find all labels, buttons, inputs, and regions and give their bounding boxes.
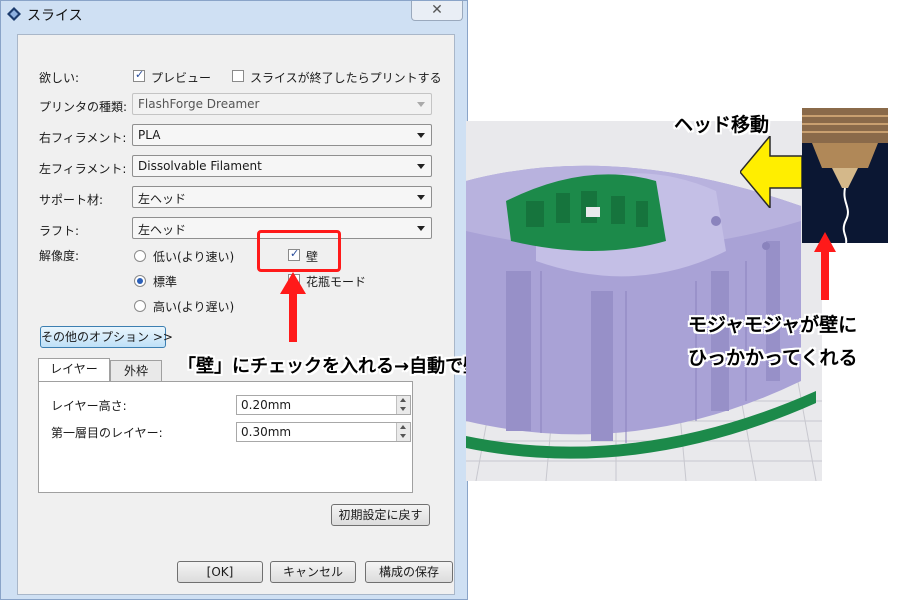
- left-filament-label: 左フィラメント:: [39, 162, 127, 176]
- stepper-down-icon[interactable]: [396, 432, 410, 441]
- resolution-high-label: 高い(より遅い): [153, 300, 235, 314]
- close-button[interactable]: ✕: [411, 1, 463, 21]
- red-up-arrow-icon: [814, 232, 836, 300]
- stepper-up-icon[interactable]: [396, 396, 410, 405]
- printer-type-value: FlashForge Dreamer: [138, 97, 260, 111]
- right-filament-select[interactable]: PLA: [132, 124, 432, 146]
- layer-height-stepper[interactable]: 0.20mm: [236, 395, 411, 415]
- reset-defaults-button[interactable]: 初期設定に戻す: [331, 504, 430, 526]
- resolution-label: 解像度:: [39, 249, 80, 263]
- chevron-down-icon: [417, 102, 425, 107]
- vase-mode-label: 花瓶モード: [306, 275, 367, 289]
- ok-button[interactable]: [OK]: [177, 561, 263, 583]
- layer-height-value: 0.20mm: [241, 398, 292, 412]
- title-bar[interactable]: スライス ✕: [1, 1, 467, 27]
- print-after-label: スライスが終了したらプリントする: [250, 71, 442, 85]
- support-select[interactable]: 左ヘッド: [132, 186, 432, 208]
- more-options-button[interactable]: その他のオプション >>: [40, 326, 173, 348]
- print-after-checkbox[interactable]: [232, 70, 244, 82]
- right-filament-label: 右フィラメント:: [39, 131, 127, 145]
- first-layer-label: 第一層目のレイヤー:: [51, 426, 163, 440]
- preview-checkbox[interactable]: [133, 68, 145, 82]
- tab-layer[interactable]: レイヤー: [38, 358, 110, 382]
- first-layer-value: 0.30mm: [241, 425, 292, 439]
- preview-label: プレビュー: [151, 71, 212, 85]
- fuzz-caption-line2: ひっかかってくれる: [688, 347, 858, 369]
- chevron-down-icon: [417, 195, 425, 200]
- left-filament-value: Dissolvable Filament: [138, 159, 262, 173]
- window-title: スライス: [27, 8, 83, 24]
- stepper-up-icon[interactable]: [396, 423, 410, 432]
- yellow-left-arrow-icon: [740, 136, 802, 208]
- app-diamond-icon: [7, 7, 21, 21]
- wall-highlight-box: [257, 230, 341, 272]
- tab-shell[interactable]: 外枠: [110, 360, 162, 382]
- printer-type-select[interactable]: FlashForge Dreamer: [132, 93, 432, 115]
- chevron-down-icon: [417, 164, 425, 169]
- raft-label: ラフト:: [39, 224, 80, 238]
- want-label: 欲しい:: [39, 71, 80, 85]
- support-label: サポート材:: [39, 193, 104, 207]
- raft-value: 左ヘッド: [138, 223, 187, 237]
- head-move-caption: ヘッド移動: [674, 114, 770, 136]
- save-config-button[interactable]: 構成の保存: [365, 561, 453, 583]
- right-filament-value: PLA: [138, 128, 161, 142]
- fuzz-caption-line1: モジャモジャが壁に: [688, 314, 858, 336]
- chevron-down-icon: [417, 226, 425, 231]
- support-value: 左ヘッド: [138, 192, 187, 206]
- layer-tab-panel: レイヤー高さ: 0.20mm 第一層目のレイヤー: 0.30mm: [38, 381, 413, 493]
- left-filament-select[interactable]: Dissolvable Filament: [132, 155, 432, 177]
- slice-dialog: スライス ✕ 欲しい: プレビュー スライスが終了したらプリントする プリンタの…: [0, 0, 468, 600]
- cancel-button[interactable]: キャンセル: [270, 561, 356, 583]
- resolution-standard-radio[interactable]: [134, 275, 146, 287]
- red-up-arrow-icon: [280, 272, 306, 342]
- printer-type-label: プリンタの種類:: [39, 100, 128, 114]
- dialog-body: 欲しい: プレビュー スライスが終了したらプリントする プリンタの種類: Fla…: [17, 34, 455, 595]
- nozzle-photo: [802, 108, 888, 243]
- resolution-low-radio[interactable]: [134, 250, 146, 262]
- resolution-low-label: 低い(より速い): [153, 250, 235, 264]
- first-layer-stepper[interactable]: 0.30mm: [236, 422, 411, 442]
- stepper-down-icon[interactable]: [396, 405, 410, 414]
- layer-height-label: レイヤー高さ:: [51, 399, 127, 413]
- nozzle-photo-drawing: [802, 108, 888, 243]
- chevron-down-icon: [417, 133, 425, 138]
- resolution-high-radio[interactable]: [134, 300, 146, 312]
- resolution-standard-label: 標準: [153, 275, 178, 289]
